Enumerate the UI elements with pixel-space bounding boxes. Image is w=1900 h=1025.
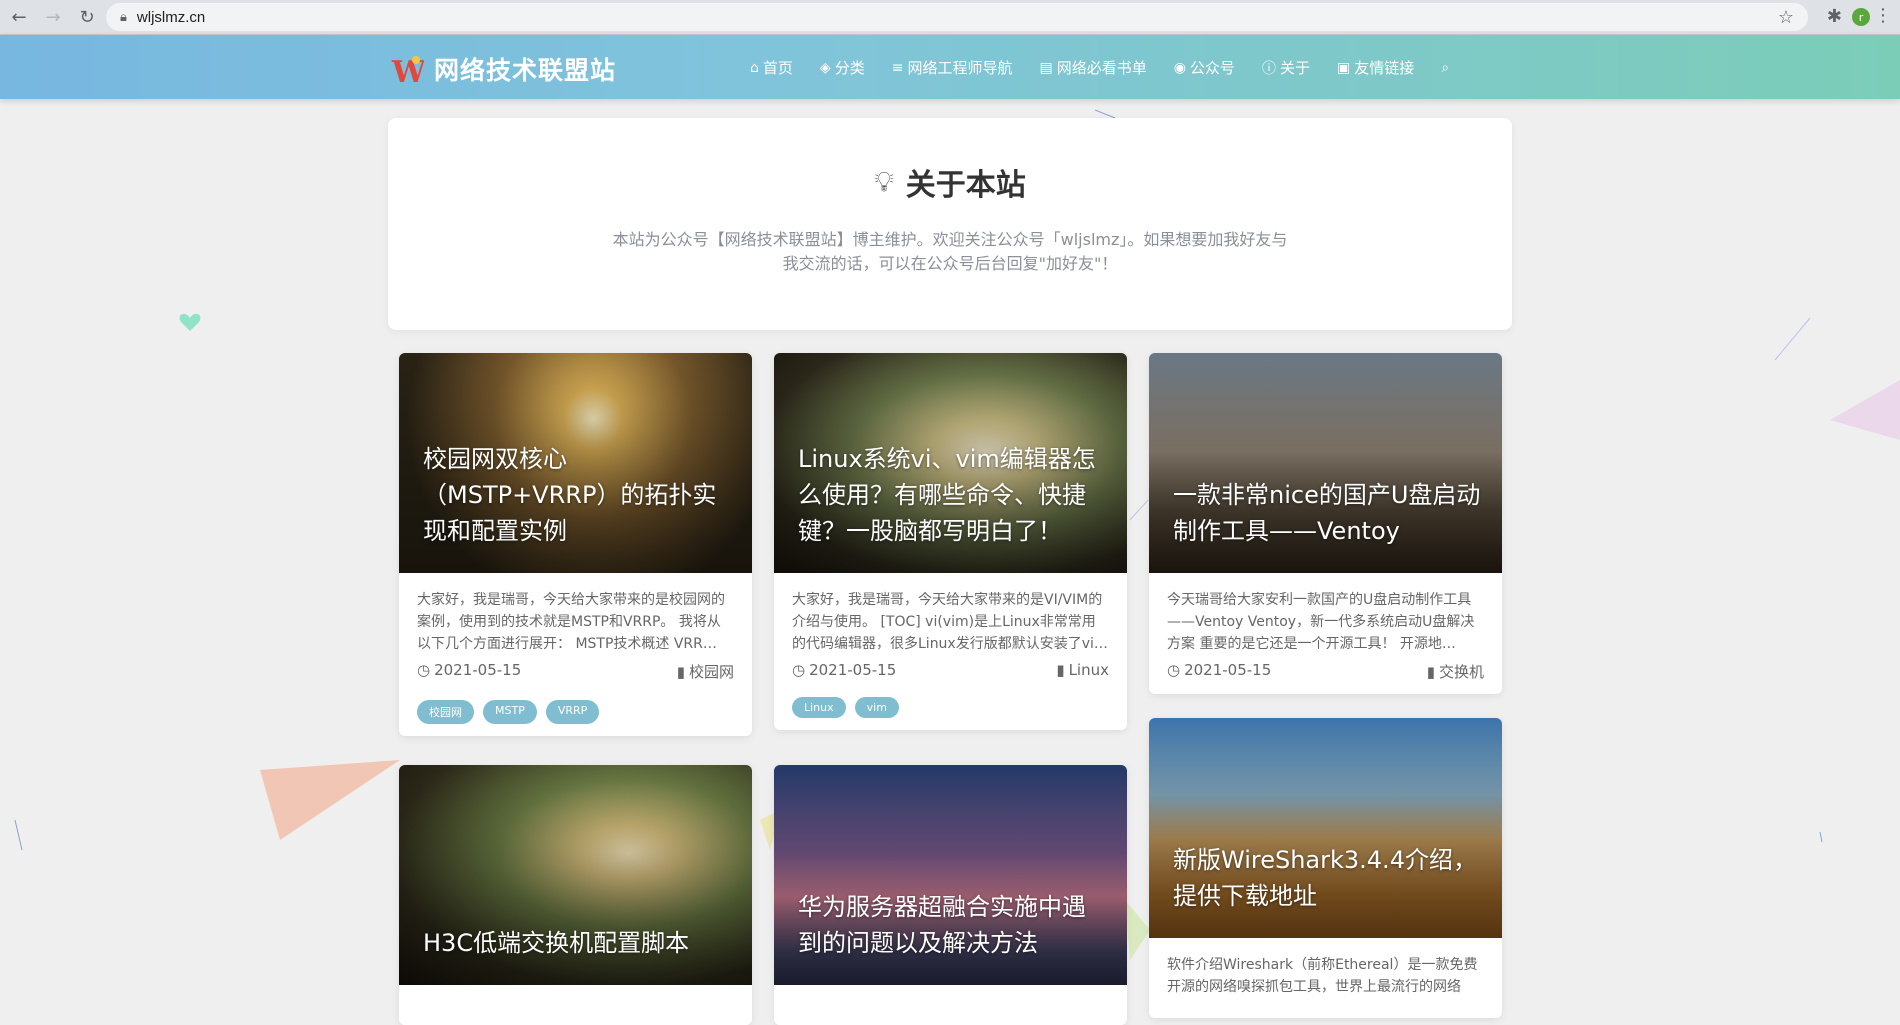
tag-pill[interactable]: 校园网 [417,700,474,724]
post-card[interactable]: 校园网双核心（MSTP+VRRP）的拓扑实现和配置实例 大家好，我是瑞哥，今天给… [399,353,752,736]
post-excerpt: 软件介绍Wireshark（前称Ethereal）是一款免费开源的网络嗅探抓包工… [1167,957,1478,995]
post-thumbnail[interactable]: 新版WireShark3.4.4介绍，提供下载地址 [1149,718,1502,938]
post-title[interactable]: 新版WireShark3.4.4介绍，提供下载地址 [1173,842,1484,914]
lightbulb-icon: 💡︎ [874,165,894,198]
url-text[interactable]: wljslmz.cn [137,9,205,26]
tag-pill[interactable]: Linux [792,697,846,718]
post-excerpt: 大家好，我是瑞哥，今天给大家带来的是校园网的案例，使用到的技术就是MSTP和VR… [417,592,725,652]
post-date: 2021-05-15 [434,661,522,679]
post-meta: ◷ 2021-05-15 ▮ Linux [792,661,1109,679]
tag-pill[interactable]: MSTP [483,700,537,724]
logo-w-icon: W [390,52,427,90]
nav-item-categories[interactable]: ◈ 分类 [820,57,865,78]
post-thumbnail[interactable]: 华为服务器超融合实施中遇到的问题以及解决方法 [774,765,1127,985]
about-text: 本站为公众号【网络技术联盟站】博主维护。欢迎关注公众号「wljslmz」。如果想… [612,230,1288,273]
nav-item-engineer-nav[interactable]: ≡ 网络工程师导航 [892,57,1013,78]
post-title[interactable]: H3C低端交换机配置脚本 [423,925,734,961]
nav-label: 首页 [762,59,793,77]
post-date: 2021-05-15 [1184,661,1272,679]
clock-icon: ◷ [417,661,431,679]
post-title[interactable]: 一款非常nice的国产U盘启动制作工具——Ventoy [1173,477,1484,549]
post-category-link[interactable]: ▮ 交换机 [1427,661,1484,682]
bookmark-icon: ▮ [1056,661,1065,679]
post-title[interactable]: 校园网双核心（MSTP+VRRP）的拓扑实现和配置实例 [423,441,734,549]
bookmark-star-icon[interactable]: ☆ [1778,7,1794,28]
about-title: 关于本站 [905,168,1026,203]
post-date-wrap: ◷ 2021-05-15 [792,661,896,679]
post-meta: ◷ 2021-05-15 ▮ 交换机 [1167,661,1484,694]
address-bar[interactable]: 🔒︎ wljslmz.cn ☆ [106,3,1808,31]
address-card-icon: ▣ [1336,59,1351,76]
post-card[interactable]: 新版WireShark3.4.4介绍，提供下载地址 软件介绍Wireshark（… [1149,718,1502,1018]
post-card[interactable]: 华为服务器超融合实施中遇到的问题以及解决方法 [774,765,1127,1025]
wechat-icon: ◉ [1173,59,1186,76]
post-thumbnail[interactable]: 一款非常nice的国产U盘启动制作工具——Ventoy [1149,353,1502,573]
post-thumbnail[interactable]: 校园网双核心（MSTP+VRRP）的拓扑实现和配置实例 [399,353,752,573]
post-date-wrap: ◷ 2021-05-15 [1167,661,1271,682]
profile-avatar[interactable]: r [1852,8,1870,26]
about-card: 💡︎ 关于本站 本站为公众号【网络技术联盟站】博主维护。欢迎关注公众号「wljs… [388,118,1512,330]
clock-icon: ◷ [792,661,806,679]
post-tags: 校园网 MSTP VRRP [417,700,734,736]
search-icon: ⌕ [1441,59,1450,76]
post-date-wrap: ◷ 2021-05-15 [417,661,521,682]
bookmark-icon: ▮ [1426,663,1435,681]
nav-item-about[interactable]: ⓘ 关于 [1262,57,1310,78]
post-thumbnail[interactable]: Linux系统vi、vim编辑器怎么使用？有哪些命令、快捷键？一股脑都写明白了！ [774,353,1127,573]
forward-arrow-icon[interactable]: → [38,2,68,32]
browser-menu-icon[interactable]: ⋮ [1874,5,1892,26]
home-icon: ⌂ [750,59,759,76]
post-category[interactable]: 校园网 [689,663,734,681]
post-title[interactable]: 华为服务器超融合实施中遇到的问题以及解决方法 [798,889,1109,961]
nav-label: 公众号 [1189,59,1235,77]
list-icon: ≡ [891,59,904,76]
nav-item-home[interactable]: ⌂ 首页 [750,57,793,78]
site-header: W 网络技术联盟站 ⌂ 首页 ◈ 分类 ≡ 网络工程师导航 ▤ 网络必看书单 ◉… [0,35,1900,99]
bookmark-icon: ▮ [676,663,685,681]
back-arrow-icon[interactable]: ← [4,2,34,32]
nav-label: 网络工程师导航 [907,59,1013,77]
post-card[interactable]: 一款非常nice的国产U盘启动制作工具——Ventoy 今天瑞哥给大家安利一款国… [1149,353,1502,694]
nav-item-wechat[interactable]: ◉ 公众号 [1174,57,1235,78]
main-nav: ⌂ 首页 ◈ 分类 ≡ 网络工程师导航 ▤ 网络必看书单 ◉ 公众号 ⓘ 关于 … [750,57,1480,78]
site-logo[interactable]: W 网络技术联盟站 [390,51,617,90]
browser-toolbar: ← → ↻ 🔒︎ wljslmz.cn ☆ ✱ r ⋮ [0,0,1900,35]
tags-icon: ◈ [819,59,831,76]
nav-label: 关于 [1279,59,1310,77]
book-icon: ▤ [1039,59,1053,76]
post-title[interactable]: Linux系统vi、vim编辑器怎么使用？有哪些命令、快捷键？一股脑都写明白了！ [798,441,1109,549]
nav-item-booklist[interactable]: ▤ 网络必看书单 [1039,57,1146,78]
post-date: 2021-05-15 [809,661,897,679]
about-title-row: 💡︎ 关于本站 [388,160,1512,204]
reload-icon[interactable]: ↻ [72,2,102,32]
info-icon: ⓘ [1261,60,1276,77]
post-excerpt: 今天瑞哥给大家安利一款国产的U盘启动制作工具——Ventoy Ventoy，新一… [1167,592,1475,652]
nav-label: 网络必看书单 [1056,59,1147,77]
post-thumbnail[interactable]: H3C低端交换机配置脚本 [399,765,752,985]
tag-pill[interactable]: vim [854,697,899,718]
tag-pill[interactable]: VRRP [545,700,600,724]
search-button[interactable]: ⌕ [1441,60,1453,76]
post-excerpt: 大家好，我是瑞哥，今天给大家带来的是VI/VIM的介绍与使用。 [TOC] vi… [792,592,1108,652]
post-category[interactable]: 交换机 [1439,663,1484,681]
post-category-link[interactable]: ▮ Linux [1056,661,1109,679]
clock-icon: ◷ [1167,661,1181,679]
post-meta: ◷ 2021-05-15 ▮ 校园网 [417,661,734,682]
post-category[interactable]: Linux [1069,661,1109,679]
post-card[interactable]: H3C低端交换机配置脚本 [399,765,752,1025]
post-tags: Linux vim [792,697,1109,730]
post-card[interactable]: Linux系统vi、vim编辑器怎么使用？有哪些命令、快捷键？一股脑都写明白了！… [774,353,1127,730]
nav-label: 分类 [834,59,865,77]
nav-item-links[interactable]: ▣ 友情链接 [1337,57,1414,78]
nav-label: 友情链接 [1354,59,1415,77]
site-name: 网络技术联盟站 [434,56,617,85]
extensions-icon[interactable]: ✱ [1827,6,1842,27]
post-category-link[interactable]: ▮ 校园网 [677,661,734,682]
lock-icon: 🔒︎ [120,9,127,25]
